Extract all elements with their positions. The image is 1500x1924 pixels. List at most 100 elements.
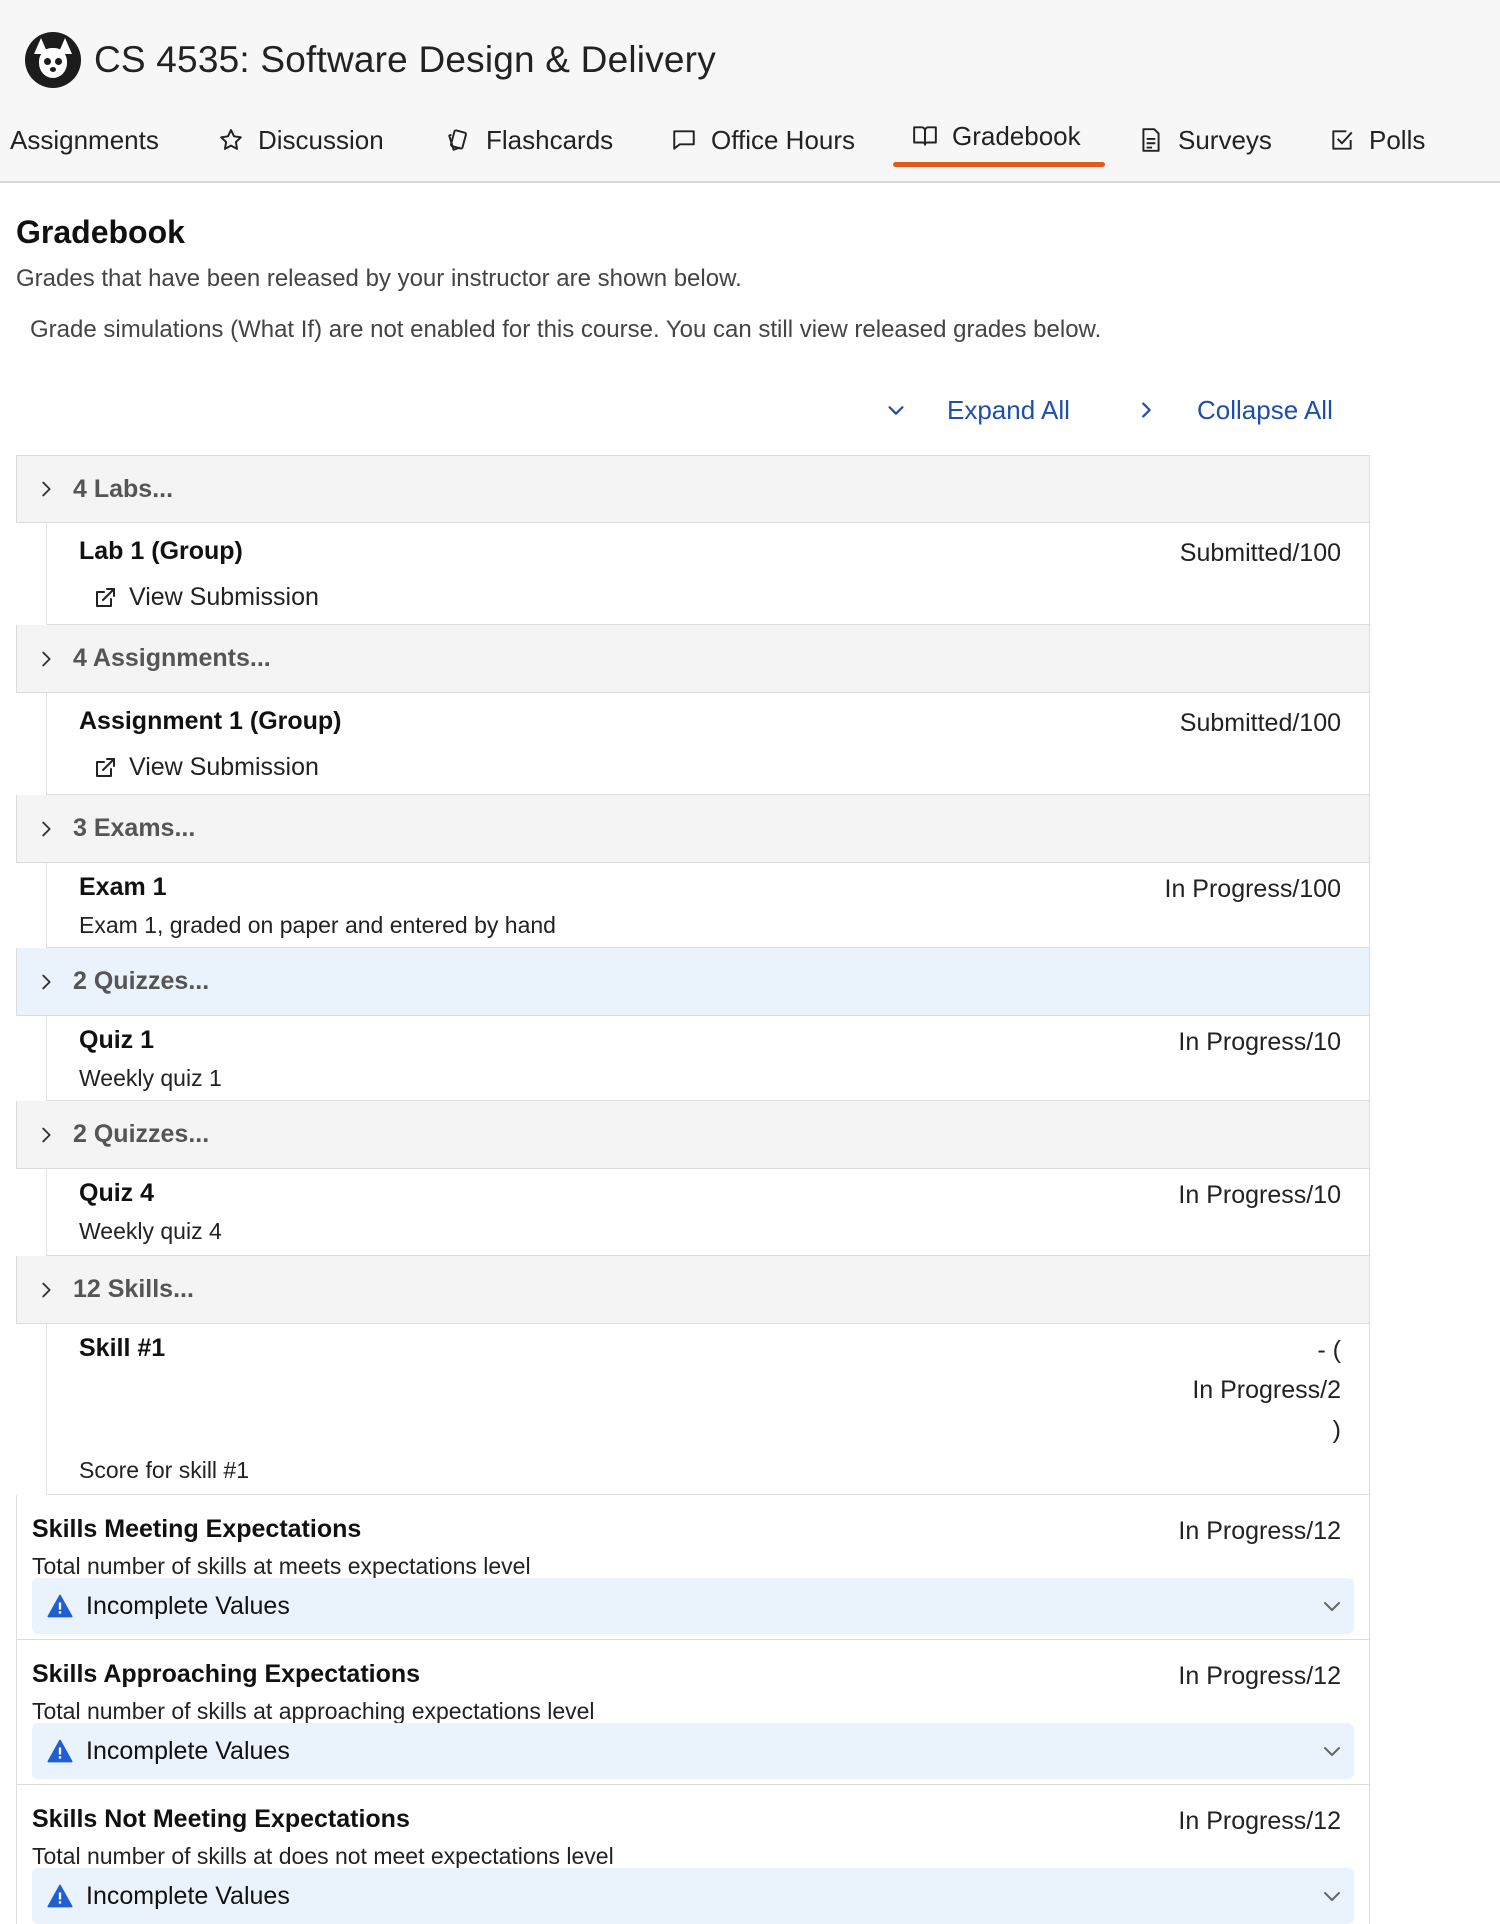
group-name: 4 Assignments... (73, 644, 271, 672)
summary-score: In Progress/12 (1178, 1807, 1341, 1835)
tab-label: Discussion (258, 124, 384, 155)
warning-icon (47, 1594, 73, 1618)
tab-label: Office Hours (711, 124, 856, 155)
cards-icon (448, 129, 467, 151)
logo-nose (50, 67, 56, 72)
tab-gradebook[interactable]: Gradebook (912, 106, 1081, 166)
view-submission-link[interactable]: View Submission (93, 753, 319, 782)
course-title: CS 4535: Software Design & Delivery (94, 39, 716, 80)
item-description: Exam 1, graded on paper and entered by h… (79, 912, 556, 938)
tab-label: Gradebook (952, 120, 1081, 151)
tab-discussion[interactable]: Discussion (218, 110, 384, 170)
notice-label: Incomplete Values (86, 1591, 290, 1620)
item-name: Lab 1 (Group) (79, 537, 243, 565)
logo-face (39, 48, 67, 78)
summary-name: Skills Meeting Expectations (32, 1515, 362, 1543)
item-description: Weekly quiz 1 (79, 1065, 222, 1091)
item-score: In Progress/10 (1178, 1028, 1341, 1056)
summary-description: Total number of skills at does not meet … (32, 1843, 614, 1869)
view-submission-label: View Submission (129, 753, 319, 781)
star-icon (220, 129, 242, 150)
summary-description: Total number of skills at approaching ex… (32, 1698, 595, 1724)
course-logo[interactable] (25, 32, 81, 88)
grade-item-quiz-4: Quiz 4 In Progress/10 Weekly quiz 4 (46, 1169, 1370, 1256)
view-submission-link[interactable]: View Submission (93, 583, 319, 612)
chat-bubble-icon (673, 130, 695, 150)
skills-summary-not-meeting: Skills Not Meeting Expectations In Progr… (16, 1785, 1370, 1924)
item-name: Assignment 1 (Group) (79, 707, 342, 735)
tab-polls[interactable]: Polls (1329, 110, 1425, 170)
open-book-icon (913, 126, 937, 146)
skills-summary-approaching: Skills Approaching Expectations In Progr… (16, 1640, 1370, 1785)
chevron-right-icon (42, 1127, 51, 1142)
active-tab-indicator (893, 162, 1105, 167)
chevron-down-icon (1324, 1602, 1340, 1611)
item-score: In Progress/10 (1178, 1181, 1341, 1209)
summary-name: Skills Approaching Expectations (32, 1660, 421, 1688)
course-title-row: CS 4535: Software Design & Delivery (25, 32, 716, 88)
summary-score: In Progress/12 (1178, 1517, 1341, 1545)
chevron-right-icon (42, 651, 51, 666)
group-name: 12 Skills... (73, 1275, 194, 1303)
external-link-icon (96, 587, 115, 607)
gradebook-list: 4 Labs... Lab 1 (Group) Submitted/100 Vi… (16, 455, 1370, 1924)
tab-flashcards[interactable]: Flashcards (446, 110, 613, 170)
group-header-quizzes[interactable]: 2 Quizzes... (16, 1101, 1370, 1169)
logo-eye-left (44, 58, 51, 65)
page-subtitle: Grades that have been released by your i… (16, 265, 742, 292)
group-header-assignments[interactable]: 4 Assignments... (16, 625, 1370, 693)
external-link-icon (96, 757, 115, 777)
grade-item-quiz-1: Quiz 1 In Progress/10 Weekly quiz 1 (46, 1016, 1370, 1101)
tab-assignments[interactable]: Assignments (10, 110, 159, 170)
simulation-note: Grade simulations (What If) are not enab… (30, 316, 1102, 343)
item-name: Skill #1 (79, 1334, 166, 1362)
logo-eye-right (55, 58, 62, 65)
warning-icon (47, 1739, 73, 1763)
notice-label: Incomplete Values (86, 1881, 290, 1910)
chevron-right-icon (42, 974, 51, 989)
group-name: 3 Exams... (73, 814, 196, 842)
group-header-exams[interactable]: 3 Exams... (16, 795, 1370, 863)
item-score: Submitted/100 (1179, 709, 1341, 737)
chevron-right-icon (42, 1282, 51, 1297)
item-score: Submitted/100 (1179, 539, 1341, 567)
warning-icon (47, 1884, 73, 1908)
group-name: 2 Quizzes... (73, 967, 210, 995)
group-header-labs[interactable]: 4 Labs... (16, 455, 1370, 523)
nav-tabs: Assignments Discussion Flashcards Office… (0, 110, 1500, 170)
expand-all-label: Expand All (947, 394, 1070, 425)
course-header: CS 4535: Software Design & Delivery Assi… (0, 0, 1500, 183)
item-score: In Progress/2 (1192, 1376, 1341, 1404)
expand-all-button[interactable]: Expand All (885, 390, 1070, 430)
item-score: In Progress/100 (1164, 875, 1342, 903)
item-name: Exam 1 (79, 873, 167, 901)
tab-label: Flashcards (486, 124, 614, 155)
group-name: 4 Labs... (73, 474, 174, 503)
tab-office-hours[interactable]: Office Hours (671, 110, 855, 170)
collapse-all-label: Collapse All (1197, 394, 1333, 425)
chevron-right-icon (42, 821, 51, 836)
item-score-close: ) (1332, 1416, 1341, 1444)
summary-name: Skills Not Meeting Expectations (32, 1805, 410, 1833)
incomplete-values-notice[interactable]: Incomplete Values (32, 1578, 1354, 1634)
document-icon (1142, 128, 1160, 152)
skills-summary-meeting: Skills Meeting Expectations In Progress/… (16, 1495, 1370, 1640)
tab-surveys[interactable]: Surveys (1138, 110, 1272, 170)
checkbox-icon (1332, 130, 1353, 150)
item-description: Score for skill #1 (79, 1457, 250, 1483)
group-header-quizzes[interactable]: 2 Quizzes... (16, 948, 1370, 1016)
tab-label: Assignments (10, 124, 159, 155)
summary-score: In Progress/12 (1178, 1662, 1341, 1690)
incomplete-values-notice[interactable]: Incomplete Values (32, 1723, 1354, 1779)
chevron-down-icon (1324, 1892, 1340, 1901)
incomplete-values-notice[interactable]: Incomplete Values (32, 1868, 1354, 1924)
page-title: Gradebook (16, 214, 185, 250)
item-description: Weekly quiz 4 (79, 1218, 222, 1244)
chevron-right-icon (42, 481, 51, 497)
tab-label: Surveys (1178, 124, 1272, 155)
collapse-all-button[interactable]: Collapse All (1135, 390, 1333, 430)
tab-label: Polls (1369, 124, 1426, 155)
item-score-open: - ( (1317, 1336, 1341, 1364)
item-name: Quiz 1 (79, 1026, 155, 1054)
group-header-skills[interactable]: 12 Skills... (16, 1256, 1370, 1324)
